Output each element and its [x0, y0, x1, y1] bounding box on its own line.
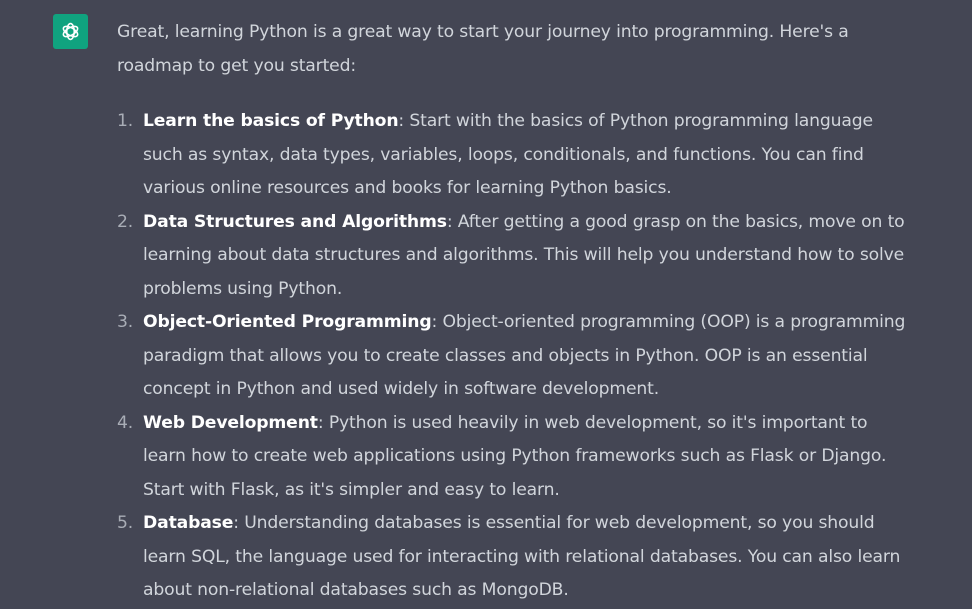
item-term: Web Development — [143, 412, 318, 433]
item-number: 4. — [117, 412, 134, 433]
item-number: 2. — [117, 211, 134, 232]
roadmap-item: 3. Object-Oriented Programming: Object-or… — [117, 306, 907, 407]
item-term: Database — [143, 513, 234, 533]
assistant-message: Great, learning Python is a great way to… — [117, 16, 907, 608]
item-number: 5. — [117, 513, 134, 533]
assistant-avatar — [53, 14, 88, 49]
item-term: Learn the basics of Python — [143, 111, 399, 131]
openai-logo-icon — [62, 22, 79, 41]
item-term: Object-Oriented Programming — [143, 312, 432, 332]
roadmap-item: 4. Web Development: Python is used heavil… — [117, 407, 907, 508]
roadmap-item: 2. Data Structures and Algorithms: After … — [117, 206, 907, 307]
item-description: : Understanding databases is essential f… — [143, 513, 901, 600]
roadmap-item: 1. Learn the basics of Python: Start with… — [117, 105, 907, 206]
roadmap-item: 5. Database: Understanding databases is e… — [117, 507, 907, 608]
item-term: Data Structures and Algorithms — [143, 211, 447, 232]
item-number: 1. — [117, 111, 134, 131]
item-number: 3. — [117, 312, 134, 332]
roadmap-list: 1. Learn the basics of Python: Start with… — [117, 105, 907, 608]
message-intro: Great, learning Python is a great way to… — [117, 22, 849, 76]
